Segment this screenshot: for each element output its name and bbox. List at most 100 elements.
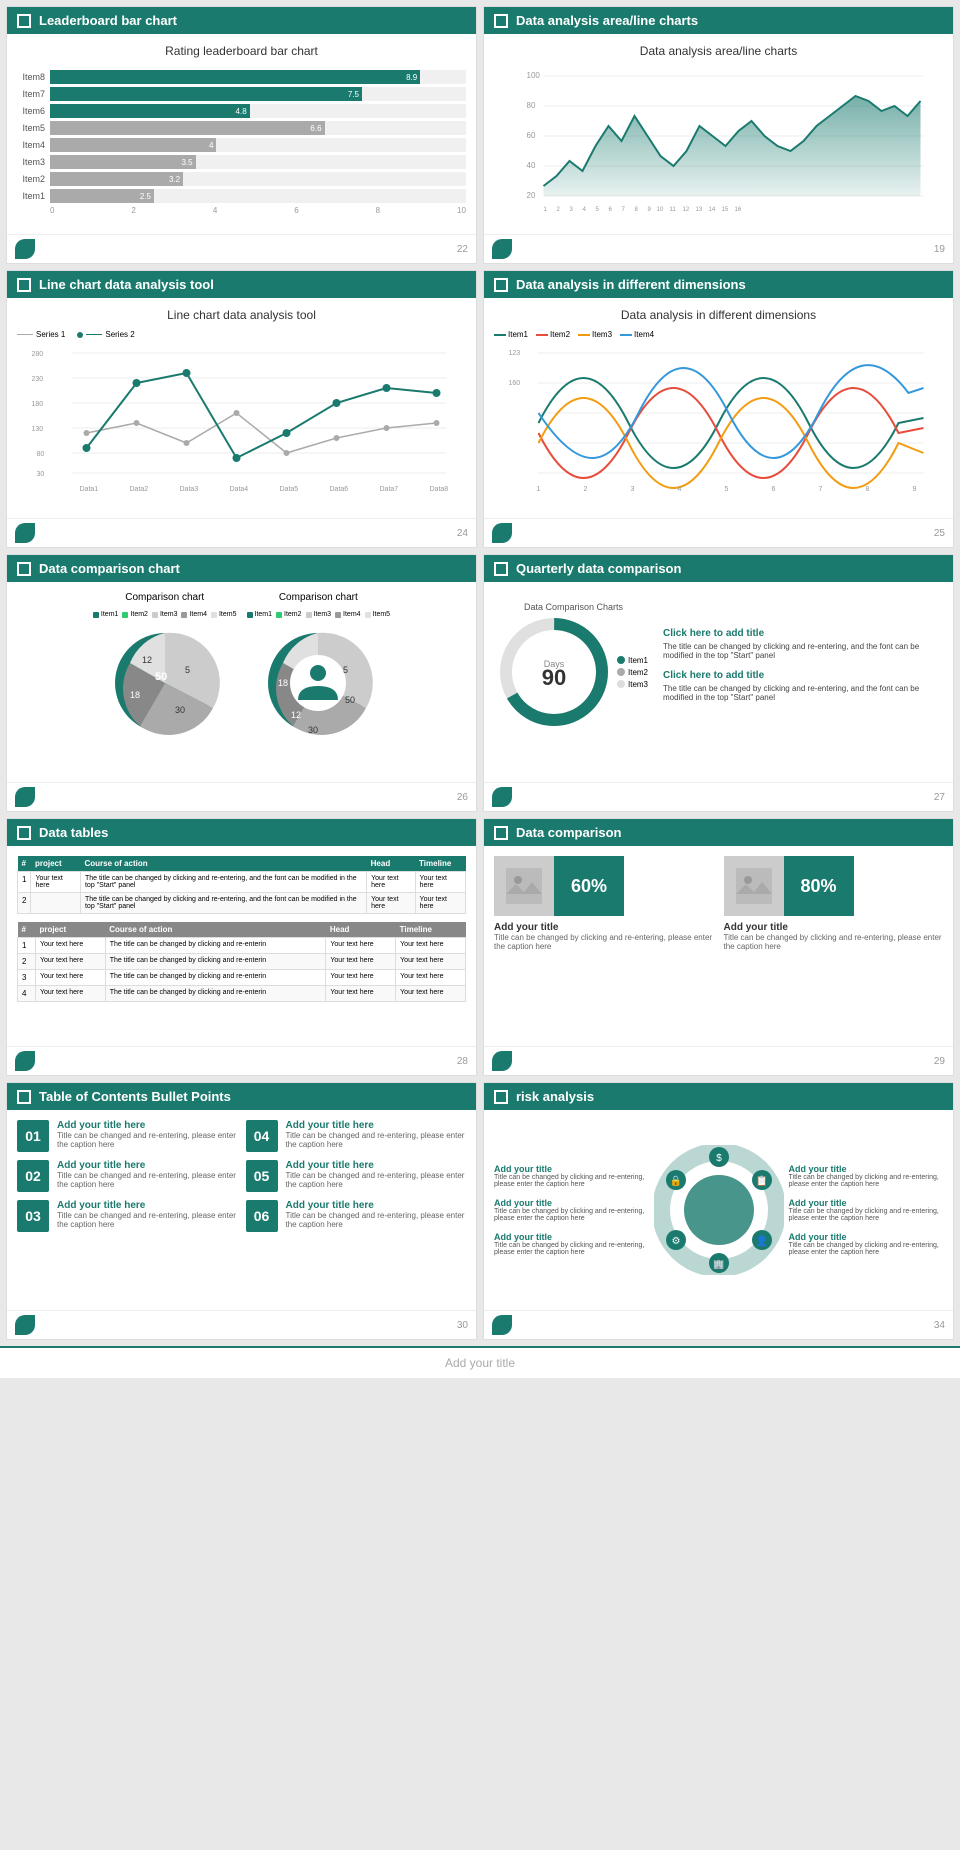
bar-fill-2: 3.2 xyxy=(50,172,183,186)
series1-legend: Series 1 xyxy=(17,330,65,339)
svg-text:12: 12 xyxy=(291,710,301,720)
checkbox-icon-10 xyxy=(494,1090,508,1104)
toc-text-02: Add your title here Title can be changed… xyxy=(57,1160,238,1189)
toc-item-01[interactable]: 01 Add your title here Title can be chan… xyxy=(17,1120,238,1152)
bar-row-item8: Item8 8.9 xyxy=(17,70,466,84)
bar-row-item6: Item6 4.8 xyxy=(17,104,466,118)
click-item-2[interactable]: Click here to add title The title can be… xyxy=(663,670,938,702)
toc-num-05: 05 xyxy=(246,1160,278,1192)
comp-percent-box-1: 60% xyxy=(554,856,624,916)
toc-num-02: 02 xyxy=(17,1160,49,1192)
bar-track-2: 3.2 xyxy=(50,172,466,186)
comp-card-title-2: Add your title xyxy=(724,922,944,933)
svg-text:14: 14 xyxy=(709,207,716,213)
toc-item-03[interactable]: 03 Add your title here Title can be chan… xyxy=(17,1200,238,1232)
svg-text:2: 2 xyxy=(584,486,588,493)
th-num-2: # xyxy=(18,922,36,938)
table-row: 1 Your text here The title can be change… xyxy=(18,938,466,954)
page-num-6: 27 xyxy=(934,792,945,803)
svg-text:Data5: Data5 xyxy=(280,486,299,493)
image-placeholder-icon-2 xyxy=(734,866,774,906)
bar-fill-4: 4 xyxy=(50,138,216,152)
svg-text:3: 3 xyxy=(631,486,635,493)
slide-tables-body: # project Course of action Head Timeline… xyxy=(7,846,476,1046)
multiline-chart-svg: 123 160 1 2 3 4 5 xyxy=(494,343,943,498)
svg-text:12: 12 xyxy=(683,207,690,213)
svg-text:13: 13 xyxy=(696,207,703,213)
slide-area-footer: 19 xyxy=(484,234,953,263)
risk-item-top-left: Add your title Title can be changed by c… xyxy=(494,1164,649,1188)
toc-item-06[interactable]: 06 Add your title here Title can be chan… xyxy=(246,1200,467,1232)
series1-line xyxy=(17,334,33,335)
legend-item2: Item2 xyxy=(122,611,148,618)
legend-item5-2: Item5 xyxy=(365,611,391,618)
svg-text:30: 30 xyxy=(308,725,318,735)
legend-item4: Item4 xyxy=(181,611,207,618)
toc-item-desc-06: Title can be changed and re-entering, pl… xyxy=(286,1211,467,1229)
svg-text:📋: 📋 xyxy=(755,1174,767,1187)
svg-text:80: 80 xyxy=(37,451,45,458)
slide-data-comparison-header: Data comparison xyxy=(484,819,953,846)
bar-label-5: Item5 xyxy=(17,123,45,133)
bar-row-item2: Item2 3.2 xyxy=(17,172,466,186)
svg-text:18: 18 xyxy=(130,690,140,700)
click-title-2: Click here to add title xyxy=(663,670,938,681)
svg-text:30: 30 xyxy=(37,471,45,478)
leaf-icon-4 xyxy=(492,523,512,543)
risk-title-top-left: Add your title xyxy=(494,1164,649,1174)
slide-multiline-footer: 25 xyxy=(484,518,953,547)
toc-item-05[interactable]: 05 Add your title here Title can be chan… xyxy=(246,1160,467,1192)
svg-text:1: 1 xyxy=(544,207,548,213)
comp-card-desc-1: Title can be changed by clicking and re-… xyxy=(494,933,714,951)
comp-card-2: 80% Add your title Title can be changed … xyxy=(724,856,944,951)
svg-text:Data6: Data6 xyxy=(330,486,349,493)
svg-text:5: 5 xyxy=(725,486,729,493)
svg-text:50: 50 xyxy=(345,695,355,705)
legend-item1: Item1 xyxy=(93,611,119,618)
bar-fill-8: 8.9 xyxy=(50,70,420,84)
svg-text:50: 50 xyxy=(155,671,167,683)
svg-text:12: 12 xyxy=(142,655,152,665)
svg-text:9: 9 xyxy=(648,207,652,213)
svg-text:80: 80 xyxy=(527,101,536,110)
donut-legend: Item1 Item2 Item3 xyxy=(617,656,648,689)
toc-item-title-06: Add your title here xyxy=(286,1200,467,1211)
checkbox-icon-4 xyxy=(494,278,508,292)
leaf-icon-6 xyxy=(492,787,512,807)
bar-value-3: 3.5 xyxy=(181,158,192,167)
toc-num-01: 01 xyxy=(17,1120,49,1152)
checkbox-icon-7 xyxy=(17,826,31,840)
toc-item-title-01: Add your title here xyxy=(57,1120,238,1131)
svg-text:7: 7 xyxy=(622,207,626,213)
data-table-2: # project Course of action Head Timeline… xyxy=(17,922,466,1002)
bar-row-item1: Item1 2.5 xyxy=(17,189,466,203)
toc-item-02[interactable]: 02 Add your title here Title can be chan… xyxy=(17,1160,238,1192)
svg-text:$: $ xyxy=(716,1153,722,1164)
axis-labels: 0246810 xyxy=(17,206,466,215)
svg-text:🔒: 🔒 xyxy=(669,1175,681,1187)
legend-item1-2: Item1 xyxy=(247,611,273,618)
risk-title-top-right: Add your title xyxy=(789,1164,944,1174)
donut-legend-item1: Item1 xyxy=(617,656,648,665)
pie-svg-2: 12 5 30 50 18 xyxy=(253,618,383,748)
svg-text:60: 60 xyxy=(527,131,536,140)
toc-item-04[interactable]: 04 Add your title here Title can be chan… xyxy=(246,1120,467,1152)
slide-data-comparison-title: Data comparison xyxy=(516,825,621,840)
click-item-1[interactable]: Click here to add title The title can be… xyxy=(663,628,938,660)
risk-circle-svg: $ 📋 👤 🏢 ⚙ xyxy=(654,1145,784,1275)
pie-svg-1: 50 18 30 12 5 xyxy=(100,618,230,748)
th-head-2: Head xyxy=(326,922,396,938)
svg-text:Data4: Data4 xyxy=(230,486,249,493)
slide-risk-title: risk analysis xyxy=(516,1089,594,1104)
slide-quarterly-header: Quarterly data comparison xyxy=(484,555,953,582)
add-title-text[interactable]: Add your title xyxy=(445,1356,515,1370)
donut-legend-item3: Item3 xyxy=(617,680,648,689)
slide-tables-footer: 28 xyxy=(7,1046,476,1075)
toc-item-desc-05: Title can be changed and re-entering, pl… xyxy=(286,1171,467,1189)
bar-value-1: 2.5 xyxy=(140,192,151,201)
legend-item3-2: Item3 xyxy=(306,611,332,618)
th-timeline-1: Timeline xyxy=(415,856,465,872)
comp-card-desc-2: Title can be changed by clicking and re-… xyxy=(724,933,944,951)
click-desc-1: The title can be changed by clicking and… xyxy=(663,642,938,660)
area-chart-title: Data analysis area/line charts xyxy=(494,44,943,58)
